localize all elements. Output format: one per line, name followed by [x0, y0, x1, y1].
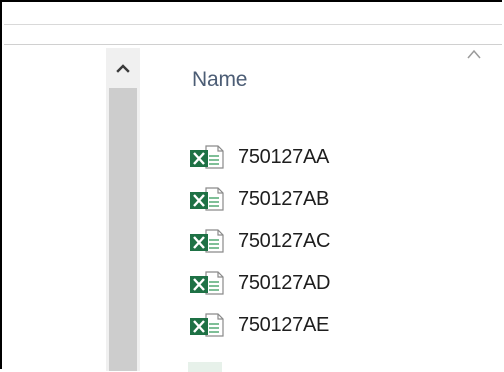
column-header-name[interactable]: Name [140, 48, 502, 110]
excel-file-icon [188, 312, 226, 338]
excel-file-icon [188, 186, 226, 212]
sort-ascending-icon [467, 49, 481, 59]
file-name: 750127AB [238, 187, 330, 210]
scroll-up-button[interactable] [106, 48, 140, 88]
file-name: 750127AA [238, 145, 330, 168]
list-item[interactable]: 750127AB [188, 178, 330, 220]
excel-file-icon [188, 144, 226, 170]
list-item[interactable]: 750127AE [188, 304, 330, 346]
partially-visible-row [188, 362, 222, 372]
column-header-label: Name [192, 68, 248, 91]
list-item[interactable]: 750127AC [188, 220, 330, 262]
chevron-up-icon [116, 64, 130, 73]
ribbon-strip [4, 4, 502, 25]
excel-file-icon [188, 270, 226, 296]
address-bar[interactable] [4, 26, 502, 45]
explorer-window: Name 750127AA 750127AB 750127AC 750127AD… [0, 0, 502, 372]
scroll-thumb[interactable] [109, 88, 137, 371]
excel-file-icon [188, 228, 226, 254]
list-item[interactable]: 750127AD [188, 262, 330, 304]
file-name: 750127AD [238, 271, 331, 294]
file-name: 750127AC [238, 229, 331, 252]
file-list-pane: Name 750127AA 750127AB 750127AC 750127AD… [140, 48, 502, 372]
file-name: 750127AE [238, 313, 330, 336]
vertical-scrollbar[interactable] [106, 48, 140, 371]
file-list: 750127AA 750127AB 750127AC 750127AD 7501… [188, 136, 330, 346]
list-item[interactable]: 750127AA [188, 136, 330, 178]
